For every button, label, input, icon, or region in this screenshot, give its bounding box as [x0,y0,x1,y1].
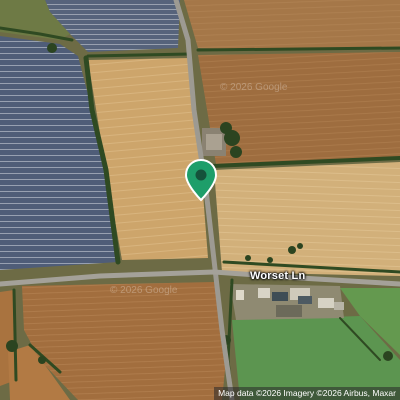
road-label-worset-ln: Worset Ln [250,270,306,282]
map-attribution[interactable]: Map data ©2026 Imagery ©2026 Airbus, Max… [214,387,400,400]
field-brown [198,52,400,164]
map-view[interactable]: © 2026 Google © 2026 Google Worset Ln Ma… [0,0,400,400]
location-pin-icon[interactable] [184,158,218,202]
field-light [214,162,400,276]
